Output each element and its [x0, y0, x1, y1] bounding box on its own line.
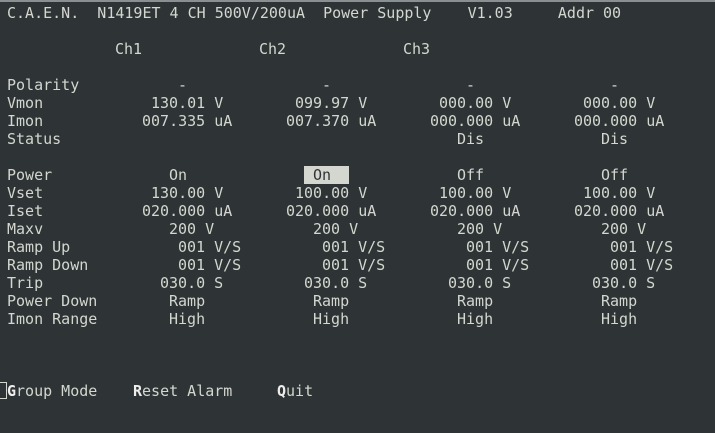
- value-ch4-vmon[interactable]: 000.00 V: [583, 94, 655, 112]
- channel-header-3: Ch3: [403, 40, 431, 58]
- value-ch1-imon[interactable]: 007.335 uA: [142, 112, 232, 130]
- value-ch1-power[interactable]: On: [169, 166, 187, 184]
- value-ch4-imon-range[interactable]: High: [601, 310, 637, 328]
- value-ch3-imon-range[interactable]: High: [457, 310, 493, 328]
- header-title: C.A.E.N. N1419ET 4 CH 500V/200uA Power S…: [7, 4, 622, 22]
- param-label: Vmon: [7, 94, 44, 112]
- menu-item-q[interactable]: Quit: [277, 382, 313, 400]
- param-label: Power Down: [7, 292, 98, 310]
- value-ch2-power-down[interactable]: Ramp: [313, 292, 349, 310]
- param-label: Status: [7, 130, 62, 148]
- param-label: Ramp Down: [7, 256, 89, 274]
- value-ch1-vset[interactable]: 130.00 V: [151, 184, 223, 202]
- value-ch4-trip[interactable]: 030.0 S: [592, 274, 655, 292]
- value-ch1-power-down[interactable]: Ramp: [169, 292, 205, 310]
- value-ch4-vset[interactable]: 100.00 V: [583, 184, 655, 202]
- value-ch2-imon-range[interactable]: High: [313, 310, 349, 328]
- value-ch4-polarity[interactable]: -: [610, 76, 619, 94]
- hotkey-letter: Q: [277, 382, 287, 400]
- param-label: Iset: [7, 202, 44, 220]
- value-ch1-trip[interactable]: 030.0 S: [160, 274, 223, 292]
- value-ch1-iset[interactable]: 020.000 uA: [142, 202, 232, 220]
- value-ch3-polarity[interactable]: -: [466, 76, 475, 94]
- menu-label: eset Alarm: [142, 382, 233, 400]
- value-ch4-maxv[interactable]: 200 V: [601, 220, 646, 238]
- hotkey-letter: R: [133, 382, 143, 400]
- param-label: Polarity: [7, 76, 80, 94]
- value-ch1-polarity[interactable]: -: [178, 76, 187, 94]
- value-ch3-ramp-up[interactable]: 001 V/S: [466, 238, 529, 256]
- value-ch1-imon-range[interactable]: High: [169, 310, 205, 328]
- param-label: Trip: [7, 274, 44, 292]
- terminal-cursor: [0, 382, 7, 399]
- value-ch2-ramp-up[interactable]: 001 V/S: [322, 238, 385, 256]
- param-label: Ramp Up: [7, 238, 71, 256]
- value-ch4-power-down[interactable]: Ramp: [601, 292, 637, 310]
- channel-header-2: Ch2: [259, 40, 287, 58]
- value-ch3-maxv[interactable]: 200 V: [457, 220, 502, 238]
- value-ch2-trip[interactable]: 030.0 S: [304, 274, 367, 292]
- value-ch2-ramp-down[interactable]: 001 V/S: [322, 256, 385, 274]
- value-ch2-maxv[interactable]: 200 V: [313, 220, 358, 238]
- value-ch3-vset[interactable]: 100.00 V: [439, 184, 511, 202]
- channel-header-1: Ch1: [115, 40, 143, 58]
- value-ch2-polarity[interactable]: -: [322, 76, 331, 94]
- value-ch2-vmon[interactable]: 099.97 V: [295, 94, 367, 112]
- param-label: Imon Range: [7, 310, 98, 328]
- value-ch2-vset[interactable]: 100.00 V: [295, 184, 367, 202]
- value-ch3-vmon[interactable]: 000.00 V: [439, 94, 511, 112]
- value-ch4-imon[interactable]: 000.000 uA: [574, 112, 664, 130]
- value-ch3-trip[interactable]: 030.0 S: [448, 274, 511, 292]
- value-ch2-iset[interactable]: 020.000 uA: [286, 202, 376, 220]
- value-ch3-power-down[interactable]: Ramp: [457, 292, 493, 310]
- param-label: Vset: [7, 184, 44, 202]
- param-label: Maxv: [7, 220, 44, 238]
- value-ch3-ramp-down[interactable]: 001 V/S: [466, 256, 529, 274]
- menu-item-r[interactable]: Reset Alarm: [133, 382, 232, 400]
- menu-label: roup Mode: [16, 382, 98, 400]
- value-ch4-ramp-up[interactable]: 001 V/S: [610, 238, 673, 256]
- value-ch3-imon[interactable]: 000.000 uA: [430, 112, 520, 130]
- value-ch1-maxv[interactable]: 200 V: [169, 220, 214, 238]
- value-ch4-power[interactable]: Off: [601, 166, 628, 184]
- param-label: Power: [7, 166, 53, 184]
- value-ch2-imon[interactable]: 007.370 uA: [286, 112, 376, 130]
- param-label: Imon: [7, 112, 44, 130]
- selected-value-cell[interactable]: On: [304, 166, 350, 184]
- value-ch3-iset[interactable]: 020.000 uA: [430, 202, 520, 220]
- value-ch1-ramp-down[interactable]: 001 V/S: [178, 256, 241, 274]
- hotkey-letter: G: [7, 382, 17, 400]
- value-ch4-status[interactable]: Dis: [601, 130, 628, 148]
- value-ch4-iset[interactable]: 020.000 uA: [574, 202, 664, 220]
- menu-label: uit: [286, 382, 314, 400]
- value-ch1-ramp-up[interactable]: 001 V/S: [178, 238, 241, 256]
- value-ch4-ramp-down[interactable]: 001 V/S: [610, 256, 673, 274]
- value-ch1-vmon[interactable]: 130.01 V: [151, 94, 223, 112]
- window-top-border: [0, 0, 715, 2]
- value-ch3-power[interactable]: Off: [457, 166, 484, 184]
- value-ch3-status[interactable]: Dis: [457, 130, 484, 148]
- menu-item-g[interactable]: Group Mode: [7, 382, 97, 400]
